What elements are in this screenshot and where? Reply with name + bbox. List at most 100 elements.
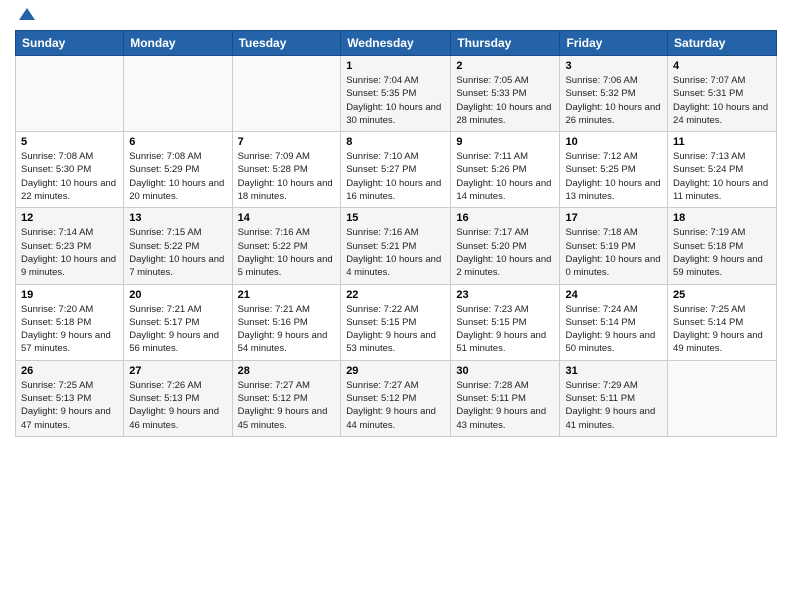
day-number: 5	[21, 136, 118, 148]
calendar-cell: 31 Sunrise: 7:29 AM Sunset: 5:11 PM Dayli…	[560, 360, 668, 436]
day-info: Sunrise: 7:28 AM Sunset: 5:11 PM Dayligh…	[456, 379, 554, 432]
day-number: 29	[346, 365, 445, 377]
day-info: Sunrise: 7:16 AM Sunset: 5:22 PM Dayligh…	[238, 226, 336, 279]
calendar-cell: 19 Sunrise: 7:20 AM Sunset: 5:18 PM Dayli…	[16, 284, 124, 360]
day-header-friday: Friday	[560, 31, 668, 56]
day-headers-row: SundayMondayTuesdayWednesdayThursdayFrid…	[16, 31, 777, 56]
calendar-cell: 15 Sunrise: 7:16 AM Sunset: 5:21 PM Dayli…	[341, 208, 451, 284]
calendar-table: SundayMondayTuesdayWednesdayThursdayFrid…	[15, 30, 777, 437]
calendar-cell: 6 Sunrise: 7:08 AM Sunset: 5:29 PM Daylig…	[124, 132, 232, 208]
calendar-cell: 20 Sunrise: 7:21 AM Sunset: 5:17 PM Dayli…	[124, 284, 232, 360]
day-info: Sunrise: 7:12 AM Sunset: 5:25 PM Dayligh…	[565, 150, 662, 203]
day-number: 9	[456, 136, 554, 148]
day-header-wednesday: Wednesday	[341, 31, 451, 56]
day-info: Sunrise: 7:29 AM Sunset: 5:11 PM Dayligh…	[565, 379, 662, 432]
day-header-thursday: Thursday	[451, 31, 560, 56]
day-header-saturday: Saturday	[668, 31, 777, 56]
day-number: 6	[129, 136, 226, 148]
calendar-cell: 2 Sunrise: 7:05 AM Sunset: 5:33 PM Daylig…	[451, 56, 560, 132]
day-info: Sunrise: 7:27 AM Sunset: 5:12 PM Dayligh…	[238, 379, 336, 432]
day-info: Sunrise: 7:15 AM Sunset: 5:22 PM Dayligh…	[129, 226, 226, 279]
day-info: Sunrise: 7:16 AM Sunset: 5:21 PM Dayligh…	[346, 226, 445, 279]
day-info: Sunrise: 7:20 AM Sunset: 5:18 PM Dayligh…	[21, 303, 118, 356]
day-number: 11	[673, 136, 771, 148]
day-info: Sunrise: 7:23 AM Sunset: 5:15 PM Dayligh…	[456, 303, 554, 356]
calendar-cell: 25Sunrise: 7:25 AM Sunset: 5:14 PM Dayli…	[668, 284, 777, 360]
calendar-cell: 29 Sunrise: 7:27 AM Sunset: 5:12 PM Dayli…	[341, 360, 451, 436]
day-number: 2	[456, 60, 554, 72]
day-number: 28	[238, 365, 336, 377]
calendar-cell: 10 Sunrise: 7:12 AM Sunset: 5:25 PM Dayli…	[560, 132, 668, 208]
day-number: 14	[238, 212, 336, 224]
calendar-cell: 18Sunrise: 7:19 AM Sunset: 5:18 PM Dayli…	[668, 208, 777, 284]
day-info: Sunrise: 7:27 AM Sunset: 5:12 PM Dayligh…	[346, 379, 445, 432]
day-header-sunday: Sunday	[16, 31, 124, 56]
logo	[15, 10, 37, 24]
calendar-cell: 28 Sunrise: 7:27 AM Sunset: 5:12 PM Dayli…	[232, 360, 341, 436]
day-number: 22	[346, 289, 445, 301]
day-number: 20	[129, 289, 226, 301]
calendar-cell	[16, 56, 124, 132]
calendar-cell: 17 Sunrise: 7:18 AM Sunset: 5:19 PM Dayli…	[560, 208, 668, 284]
calendar-cell	[124, 56, 232, 132]
day-info: Sunrise: 7:18 AM Sunset: 5:19 PM Dayligh…	[565, 226, 662, 279]
day-info: Sunrise: 7:25 AM Sunset: 5:13 PM Dayligh…	[21, 379, 118, 432]
day-info: Sunrise: 7:06 AM Sunset: 5:32 PM Dayligh…	[565, 74, 662, 127]
calendar-cell: 16 Sunrise: 7:17 AM Sunset: 5:20 PM Dayli…	[451, 208, 560, 284]
calendar-cell: 11 Sunrise: 7:13 AM Sunset: 5:24 PM Dayli…	[668, 132, 777, 208]
day-number: 17	[565, 212, 662, 224]
calendar-cell: 1 Sunrise: 7:04 AM Sunset: 5:35 PM Daylig…	[341, 56, 451, 132]
day-header-tuesday: Tuesday	[232, 31, 341, 56]
week-row: 12Sunrise: 7:14 AM Sunset: 5:23 PM Dayli…	[16, 208, 777, 284]
day-info: Sunrise: 7:17 AM Sunset: 5:20 PM Dayligh…	[456, 226, 554, 279]
week-row: 19 Sunrise: 7:20 AM Sunset: 5:18 PM Dayli…	[16, 284, 777, 360]
day-info: Sunrise: 7:22 AM Sunset: 5:15 PM Dayligh…	[346, 303, 445, 356]
day-number: 3	[565, 60, 662, 72]
calendar-cell: 8 Sunrise: 7:10 AM Sunset: 5:27 PM Daylig…	[341, 132, 451, 208]
day-number: 12	[21, 212, 118, 224]
calendar-cell: 24 Sunrise: 7:24 AM Sunset: 5:14 PM Dayli…	[560, 284, 668, 360]
day-number: 8	[346, 136, 445, 148]
day-number: 13	[129, 212, 226, 224]
day-info: Sunrise: 7:08 AM Sunset: 5:29 PM Dayligh…	[129, 150, 226, 203]
day-info: Sunrise: 7:04 AM Sunset: 5:35 PM Dayligh…	[346, 74, 445, 127]
day-info: Sunrise: 7:11 AM Sunset: 5:26 PM Dayligh…	[456, 150, 554, 203]
day-number: 26	[21, 365, 118, 377]
week-row: 5 Sunrise: 7:08 AM Sunset: 5:30 PM Daylig…	[16, 132, 777, 208]
calendar-cell: 14 Sunrise: 7:16 AM Sunset: 5:22 PM Dayli…	[232, 208, 341, 284]
day-info: Sunrise: 7:05 AM Sunset: 5:33 PM Dayligh…	[456, 74, 554, 127]
day-info: Sunrise: 7:07 AM Sunset: 5:31 PM Dayligh…	[673, 74, 771, 127]
day-header-monday: Monday	[124, 31, 232, 56]
calendar-cell: 22 Sunrise: 7:22 AM Sunset: 5:15 PM Dayli…	[341, 284, 451, 360]
calendar-cell	[668, 360, 777, 436]
day-number: 1	[346, 60, 445, 72]
day-info: Sunrise: 7:21 AM Sunset: 5:17 PM Dayligh…	[129, 303, 226, 356]
day-number: 4	[673, 60, 771, 72]
calendar-cell: 7 Sunrise: 7:09 AM Sunset: 5:28 PM Daylig…	[232, 132, 341, 208]
day-number: 19	[21, 289, 118, 301]
day-info: Sunrise: 7:13 AM Sunset: 5:24 PM Dayligh…	[673, 150, 771, 203]
day-info: Sunrise: 7:08 AM Sunset: 5:30 PM Dayligh…	[21, 150, 118, 203]
calendar-cell: 30Sunrise: 7:28 AM Sunset: 5:11 PM Dayli…	[451, 360, 560, 436]
calendar-cell: 5 Sunrise: 7:08 AM Sunset: 5:30 PM Daylig…	[16, 132, 124, 208]
day-info: Sunrise: 7:09 AM Sunset: 5:28 PM Dayligh…	[238, 150, 336, 203]
day-number: 7	[238, 136, 336, 148]
day-number: 27	[129, 365, 226, 377]
day-info: Sunrise: 7:24 AM Sunset: 5:14 PM Dayligh…	[565, 303, 662, 356]
day-number: 31	[565, 365, 662, 377]
week-row: 26 Sunrise: 7:25 AM Sunset: 5:13 PM Dayli…	[16, 360, 777, 436]
day-info: Sunrise: 7:10 AM Sunset: 5:27 PM Dayligh…	[346, 150, 445, 203]
day-number: 15	[346, 212, 445, 224]
day-number: 16	[456, 212, 554, 224]
day-number: 18	[673, 212, 771, 224]
day-number: 24	[565, 289, 662, 301]
calendar-cell: 9 Sunrise: 7:11 AM Sunset: 5:26 PM Daylig…	[451, 132, 560, 208]
day-number: 10	[565, 136, 662, 148]
week-row: 1 Sunrise: 7:04 AM Sunset: 5:35 PM Daylig…	[16, 56, 777, 132]
header	[15, 10, 777, 24]
calendar-cell: 4 Sunrise: 7:07 AM Sunset: 5:31 PM Daylig…	[668, 56, 777, 132]
calendar-cell: 13 Sunrise: 7:15 AM Sunset: 5:22 PM Dayli…	[124, 208, 232, 284]
calendar-cell: 27Sunrise: 7:26 AM Sunset: 5:13 PM Dayli…	[124, 360, 232, 436]
day-number: 21	[238, 289, 336, 301]
day-info: Sunrise: 7:21 AM Sunset: 5:16 PM Dayligh…	[238, 303, 336, 356]
